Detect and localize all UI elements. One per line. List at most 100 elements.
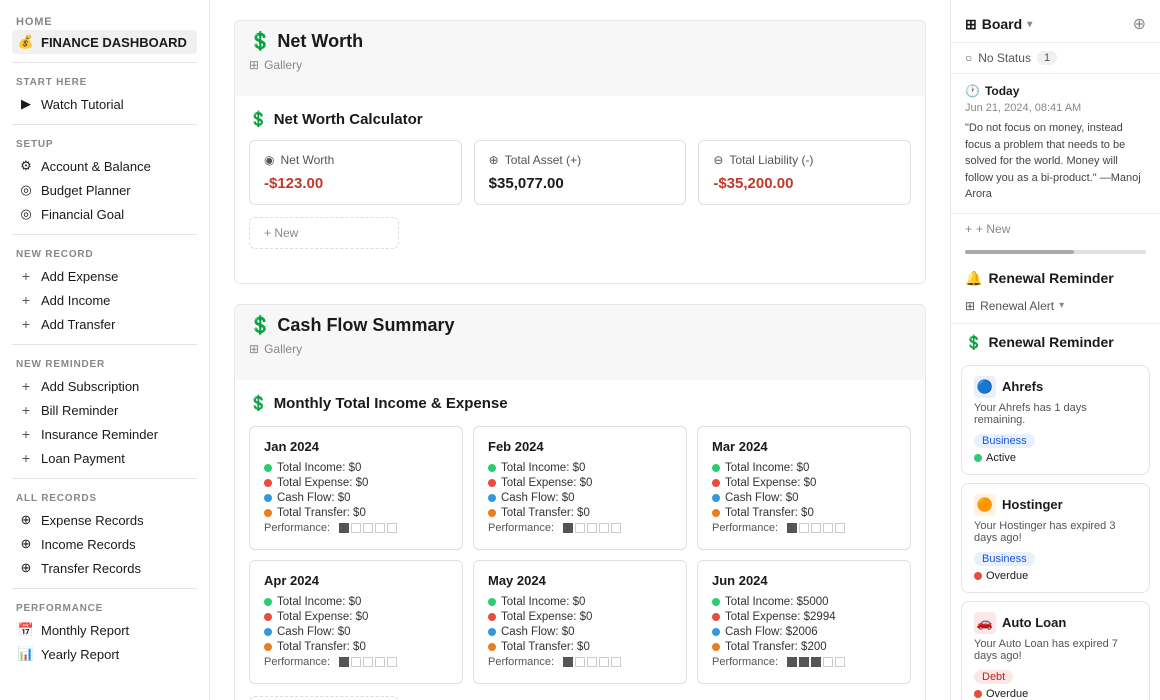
cf-cashflow: Cash Flow: $0 [501,626,575,638]
cashflow-card-3: Apr 2024 Total Income: $0 Total Expense:… [249,560,463,684]
sidebar-item-monthly-report[interactable]: 📅 Monthly Report [12,618,197,642]
cashflow-dot [712,628,720,636]
cf-expense: Total Expense: $0 [277,477,368,489]
sidebar-item-expense-records[interactable]: ⊕ Expense Records [12,508,197,532]
transfer-dot [488,509,496,517]
cf-income: Total Income: $5000 [725,596,829,608]
cashflow-card-2: Mar 2024 Total Income: $0 Total Expense:… [697,426,911,550]
perf-bars [787,523,845,533]
cashflow-dot [264,494,272,502]
expense-records-icon: ⊕ [18,512,34,528]
add-subscription-label: Add Subscription [41,379,139,394]
play-icon: ▶ [18,96,34,112]
subscription-cards: 🔵 Ahrefs Your Ahrefs has 1 days remainin… [951,365,1160,700]
total-liability-card: ⊖ Total Liability (-) -$35,200.00 [698,140,911,205]
net-worth-section: 💲 Net Worth ⊞ Gallery 💲 Net Worth Calcul… [234,20,926,284]
renewal-reminder-main-title: 🔔 Renewal Reminder [951,260,1160,293]
cashflow-dot [488,628,496,636]
cf-expense-row: Total Expense: $0 [712,477,896,489]
plus-icon-income: + [18,292,34,308]
cf-cashflow-row: Cash Flow: $0 [264,626,448,638]
home-section-label: HOME [12,16,197,28]
cash-flow-section: 💲 Cash Flow Summary ⊞ Gallery 💲 Monthly … [234,304,926,700]
perf-bars [787,657,845,667]
plus-icon-expense: + [18,268,34,284]
sub-name: Auto Loan [1002,615,1066,630]
perf-bar [611,523,621,533]
total-liability-value: -$35,200.00 [713,175,896,192]
perf-bar [387,523,397,533]
plus-float-icon[interactable]: ⊕ [1133,14,1146,34]
sidebar-item-add-income[interactable]: + Add Income [12,288,197,312]
sidebar-item-add-subscription[interactable]: + Add Subscription [12,374,197,398]
sidebar-item-income-records[interactable]: ⊕ Income Records [12,532,197,556]
perf-bar [575,523,585,533]
cf-transfer: Total Transfer: $0 [725,507,814,519]
status-bar: ○ No Status 1 [951,43,1160,74]
perf-bar [599,657,609,667]
cf-month: Jun 2024 [712,573,896,588]
sidebar-divider-5 [12,478,197,479]
subscription-tag: Business [974,434,1035,448]
budget-planner-label: Budget Planner [41,183,131,198]
perf-bar [611,657,621,667]
sidebar-item-insurance-reminder[interactable]: + Insurance Reminder [12,422,197,446]
perf-bar [811,523,821,533]
net-worth-view-label[interactable]: ⊞ Gallery [249,58,911,72]
net-worth-card: ◉ Net Worth -$123.00 [249,140,462,205]
income-dot [264,464,272,472]
perf-bar [339,523,349,533]
add-new-cf-button[interactable]: + New [249,696,399,700]
perf-bar [587,523,597,533]
sidebar-item-loan-payment[interactable]: + Loan Payment [12,446,197,470]
scrollbar[interactable] [965,250,1146,254]
perf-bar [351,657,361,667]
sidebar-item-add-expense[interactable]: + Add Expense [12,264,197,288]
cash-flow-view-label[interactable]: ⊞ Gallery [249,342,911,356]
net-worth-calculator-title: 💲 Net Worth Calculator [249,110,911,128]
perf-bar [587,657,597,667]
monthly-report-label: Monthly Report [41,623,129,638]
transfer-dot [264,509,272,517]
sidebar-item-transfer-records[interactable]: ⊕ Transfer Records [12,556,197,580]
cf-income: Total Income: $0 [501,596,585,608]
sidebar-item-add-transfer[interactable]: + Add Transfer [12,312,197,336]
cf-performance-row: Performance: [488,522,672,534]
income-dot [712,464,720,472]
cf-performance-row: Performance: [712,656,896,668]
income-dot [264,598,272,606]
rp-add-new-button[interactable]: + + New [951,214,1160,244]
perf-bars [339,523,397,533]
sidebar-item-yearly-report[interactable]: 📊 Yearly Report [12,642,197,666]
cf-month: Jan 2024 [264,439,448,454]
cf-perf-label: Performance: [488,522,554,534]
insurance-reminder-label: Insurance Reminder [41,427,158,442]
all-records-section: ALL RECORDS [16,493,197,504]
cf-expense: Total Expense: $0 [725,477,816,489]
new-record-section: NEW RECORD [16,249,197,260]
calculator-icon: 💲 [249,110,268,128]
scrollbar-inner [965,250,1074,254]
sidebar-item-bill-reminder[interactable]: + Bill Reminder [12,398,197,422]
total-asset-icon: ⊕ [489,153,499,167]
sidebar-item-finance-dashboard[interactable]: 💰 FINANCE DASHBOARD [12,30,197,54]
sidebar-item-watch-tutorial[interactable]: ▶ Watch Tutorial [12,92,197,116]
add-new-button[interactable]: + New [249,217,399,249]
sidebar-item-financial-goal[interactable]: ◎ Financial Goal [12,202,197,226]
sidebar-item-budget-planner[interactable]: ◎ Budget Planner [12,178,197,202]
cf-transfer-row: Total Transfer: $0 [264,507,448,519]
perf-bar [835,657,845,667]
net-worth-card-header: ◉ Net Worth [264,153,447,167]
today-section: 🕐 Today Jun 21, 2024, 08:41 AM "Do not f… [951,74,1160,214]
income-records-icon: ⊕ [18,536,34,552]
cf-month: Feb 2024 [488,439,672,454]
cf-income-row: Total Income: $5000 [712,596,896,608]
cf-performance-row: Performance: [488,656,672,668]
renewal-alert-row[interactable]: ⊞ Renewal Alert ▾ [951,293,1160,324]
perf-bar [599,523,609,533]
perf-bars [339,657,397,667]
sub-icon: 🚗 [974,612,996,634]
sidebar-item-account-balance[interactable]: ⚙ Account & Balance [12,154,197,178]
plus-icon-loan: + [18,450,34,466]
subscription-tag: Debt [974,670,1013,684]
